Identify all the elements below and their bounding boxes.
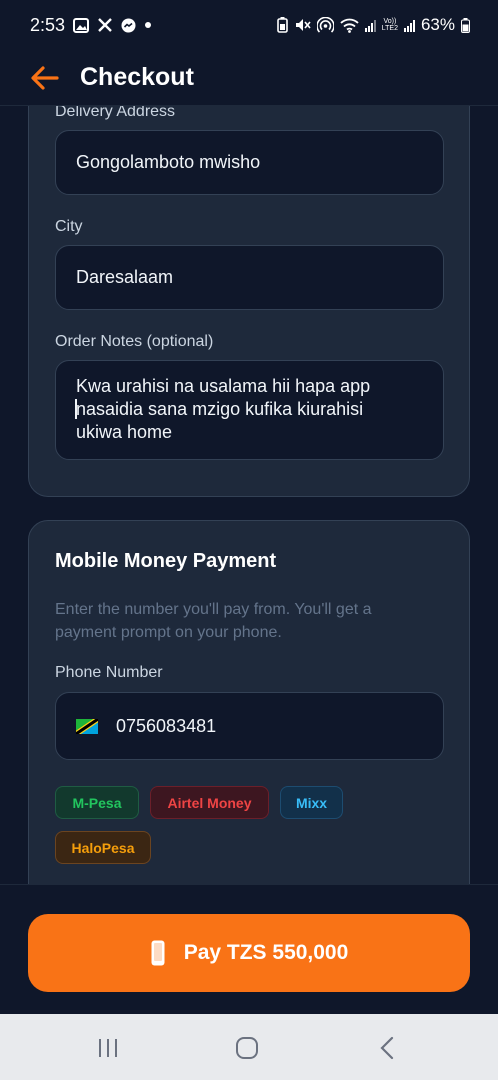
back-button[interactable] xyxy=(30,61,64,95)
x-app-icon xyxy=(97,17,113,33)
payment-helper-text: Enter the number you'll pay from. You'll… xyxy=(55,601,372,641)
wifi-icon xyxy=(340,18,359,33)
status-left: 2:53 xyxy=(30,15,152,36)
order-notes-text: Kwa urahisi na usalama hii hapa app nasa… xyxy=(76,376,371,442)
pay-button-label: Pay TZS 550,000 xyxy=(183,941,349,964)
status-bar: 2:53 Vo)) LTE2 63% xyxy=(0,0,498,50)
messenger-icon xyxy=(121,18,136,33)
provider-chip-mixx[interactable]: Mixx xyxy=(280,786,343,819)
delivery-address-label: Delivery Address xyxy=(55,106,176,120)
arrow-left-icon xyxy=(31,65,59,90)
tanzania-flag-icon xyxy=(76,718,98,734)
phone-number-label: Phone Number xyxy=(55,664,163,681)
pay-bar: Pay TZS 550,000 xyxy=(0,884,498,1014)
hotspot-icon xyxy=(316,16,334,34)
page-title: Checkout xyxy=(80,63,194,91)
battery-percent: 63% xyxy=(420,15,455,34)
recent-apps-icon xyxy=(99,1039,117,1057)
app-header: Checkout xyxy=(0,50,498,106)
phone-icon xyxy=(151,940,165,966)
signal-2-icon xyxy=(403,19,415,32)
status-time: 2:53 xyxy=(30,14,66,35)
checkout-content[interactable]: Delivery Address Gongolamboto mwisho Cit… xyxy=(0,106,498,884)
recent-apps-button[interactable] xyxy=(93,1034,123,1062)
delivery-details-card: Delivery Address Gongolamboto mwisho Cit… xyxy=(28,106,470,497)
volte-label-top: Vo)) xyxy=(383,18,397,25)
provider-chip-halopesa[interactable]: HaloPesa xyxy=(55,831,151,864)
city-label: City xyxy=(55,218,83,235)
phone-number-value: 0756083481 xyxy=(116,715,217,736)
delivery-address-input[interactable]: Gongolamboto mwisho xyxy=(55,130,444,195)
signal-1-icon xyxy=(364,19,376,32)
chevron-left-icon xyxy=(380,1036,394,1060)
mute-icon xyxy=(294,17,311,33)
mobile-money-card: Mobile Money Payment Enter the number yo… xyxy=(28,520,470,884)
payment-section-title: Mobile Money Payment xyxy=(55,550,277,572)
order-notes-label: Order Notes (optional) xyxy=(55,333,214,350)
status-right: Vo)) LTE2 63% xyxy=(276,15,470,35)
provider-chip-mpesa[interactable]: M-Pesa xyxy=(55,786,139,819)
battery-icon xyxy=(461,17,470,33)
back-nav-button[interactable] xyxy=(372,1034,402,1062)
city-input[interactable]: Daresalaam xyxy=(55,245,444,310)
phone-number-input[interactable]: 0756083481 xyxy=(55,692,444,760)
order-notes-textarea[interactable]: Kwa urahisi na usalama hii hapa app nasa… xyxy=(55,360,444,460)
home-icon xyxy=(236,1037,258,1059)
dot-icon xyxy=(144,21,152,29)
text-caret xyxy=(75,399,77,419)
gallery-icon xyxy=(73,17,90,33)
system-nav-bar xyxy=(0,1014,498,1080)
provider-chip-airtel-money[interactable]: Airtel Money xyxy=(150,786,269,819)
home-button[interactable] xyxy=(232,1034,262,1062)
battery-saver-icon xyxy=(276,17,288,33)
pay-button[interactable]: Pay TZS 550,000 xyxy=(28,914,470,992)
volte-label-bottom: LTE2 xyxy=(381,25,398,32)
volte-indicator: Vo)) LTE2 xyxy=(382,18,398,32)
